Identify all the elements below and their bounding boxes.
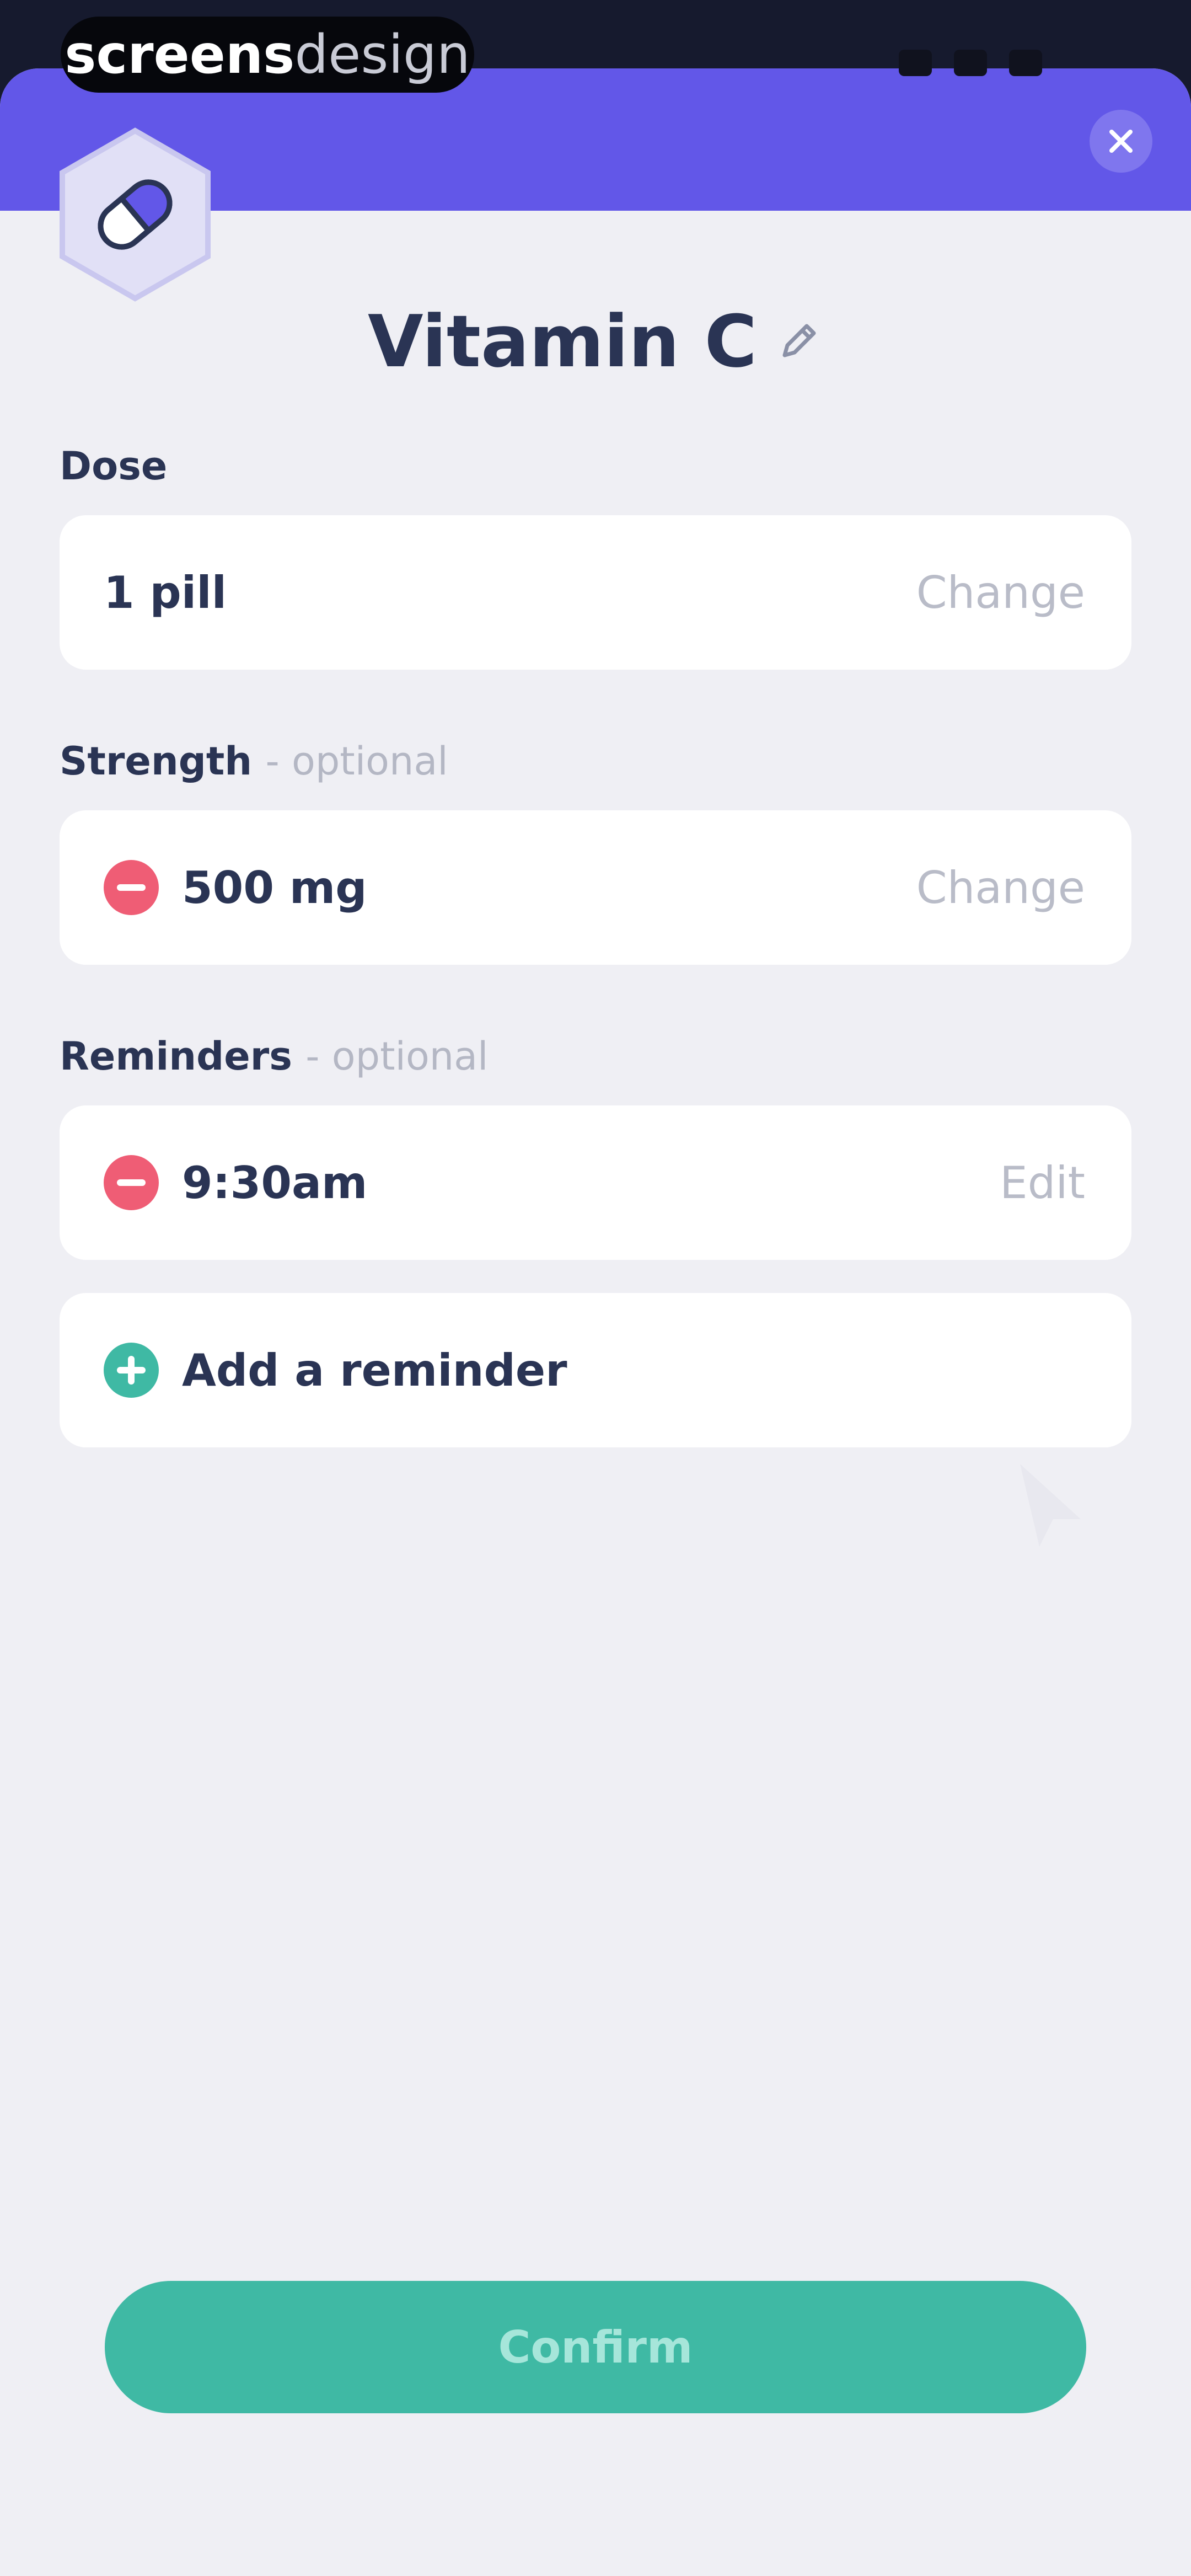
minus-circle-icon[interactable] — [104, 1155, 159, 1210]
strength-optional-note: - optional — [265, 739, 448, 784]
pill-icon — [60, 127, 211, 302]
add-reminder-label: Add a reminder — [182, 1344, 567, 1396]
dose-label-text: Dose — [60, 443, 168, 489]
plus-circle-icon — [104, 1343, 159, 1398]
strength-change-button[interactable]: Change — [916, 862, 1085, 913]
medication-name: Vitamin C — [368, 300, 757, 383]
medication-title-row: Vitamin C — [0, 295, 1191, 388]
minus-circle-icon[interactable] — [104, 860, 159, 915]
status-bar-icons — [899, 50, 1108, 77]
battery-icon — [1009, 50, 1042, 76]
strength-label-text: Strength — [60, 739, 253, 784]
reminder-edit-button[interactable]: Edit — [1000, 1157, 1085, 1209]
signal-icon — [899, 50, 932, 76]
dose-value: 1 pill — [104, 566, 227, 618]
strength-value: 500 mg — [182, 862, 367, 913]
screensdesign-watermark: screensdesign — [61, 17, 474, 93]
medication-sheet: Vitamin C Dose 1 pill Change Strength - … — [0, 68, 1191, 2576]
wifi-icon — [954, 50, 987, 76]
add-reminder-button[interactable]: Add a reminder — [60, 1293, 1131, 1447]
confirm-button[interactable]: Confirm — [105, 2281, 1086, 2413]
reminder-item[interactable]: 9:30am Edit — [60, 1105, 1131, 1260]
dose-card[interactable]: 1 pill Change — [60, 515, 1131, 670]
strength-card[interactable]: 500 mg Change — [60, 810, 1131, 965]
dose-change-button[interactable]: Change — [916, 567, 1085, 618]
close-icon — [1109, 130, 1133, 153]
reminders-label: Reminders - optional — [60, 1034, 489, 1079]
watermark-text-light: design — [294, 24, 470, 85]
close-button[interactable] — [1090, 110, 1152, 173]
reminder-time: 9:30am — [182, 1157, 368, 1209]
cursor-pointer-icon — [1020, 1464, 1081, 1547]
confirm-button-label: Confirm — [498, 2321, 693, 2373]
strength-label: Strength - optional — [60, 739, 448, 784]
watermark-text-bold: screens — [65, 24, 295, 85]
reminders-label-text: Reminders — [60, 1034, 292, 1079]
pencil-icon[interactable] — [774, 317, 823, 366]
dose-label: Dose — [60, 443, 167, 489]
reminders-optional-note: - optional — [305, 1034, 489, 1079]
